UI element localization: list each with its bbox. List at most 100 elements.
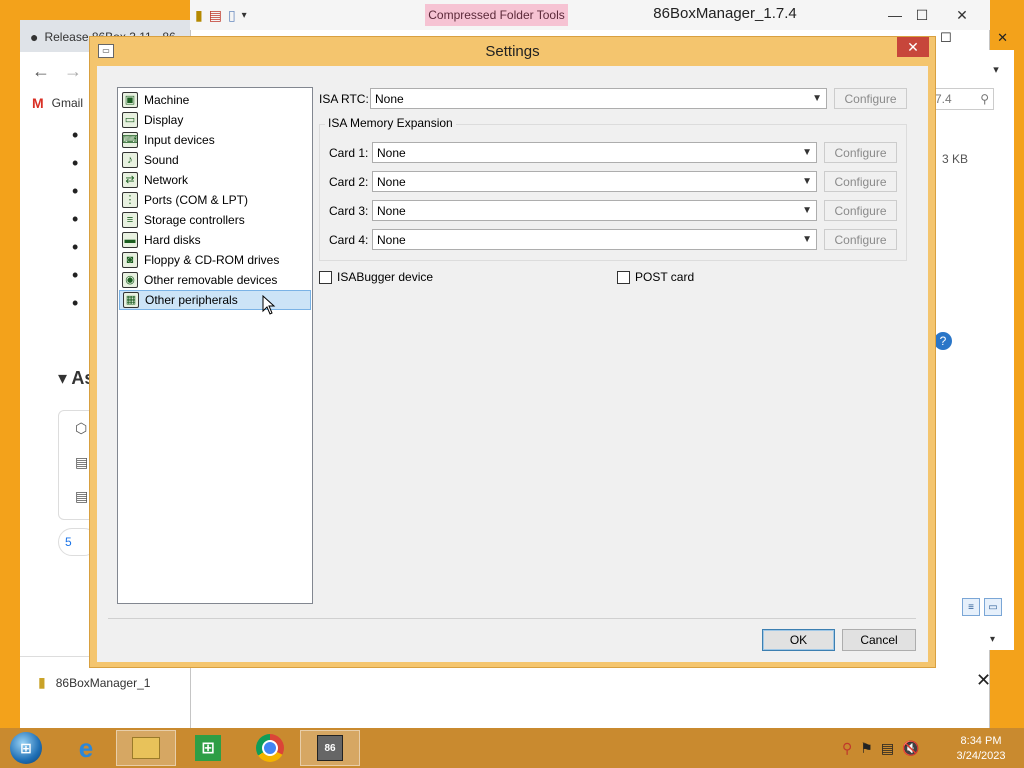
isa-rtc-select[interactable]: None ▼ [370, 88, 827, 109]
clock[interactable]: 8:34 PM 3/24/2023 [946, 731, 1016, 767]
isa-rtc-value: None [375, 91, 404, 106]
removable-devices-icon: ◉ [122, 272, 138, 288]
bookmark-gmail[interactable]: Gmail [52, 96, 83, 110]
card-1-value: None [377, 145, 406, 160]
card-1-configure-button[interactable]: Configure [824, 142, 897, 163]
volume-muted-icon[interactable]: 🔇 [902, 740, 919, 757]
close-icon[interactable]: ✕ [976, 670, 1000, 694]
search-box[interactable]: 7.4 ⚲ [930, 88, 994, 110]
chevron-down-icon[interactable]: ▾ [986, 58, 1006, 80]
chevron-down-icon: ▼ [802, 234, 812, 245]
nav-item-label: Network [144, 173, 189, 187]
isabugger-option[interactable]: ISABugger device [319, 270, 433, 284]
new-folder-icon[interactable]: ▯ [228, 7, 236, 24]
windows-logo-icon: ⊞ [10, 732, 42, 764]
card-2-label: Card 2: [329, 175, 369, 189]
file-size: 3 KB [942, 152, 969, 166]
reaction-count: 5 [65, 535, 72, 549]
86box-icon: 86 [317, 735, 343, 761]
network-icon[interactable]: ▤ [881, 740, 894, 757]
nav-item-display[interactable]: ▭ Display [119, 110, 311, 130]
post-card-label: POST card [635, 270, 695, 284]
taskbar-internet-explorer[interactable]: e [56, 730, 116, 766]
post-card-option[interactable]: POST card [617, 270, 694, 284]
internet-explorer-icon: e [78, 732, 94, 763]
isabugger-checkbox[interactable] [319, 270, 332, 284]
mouse-cursor-icon [262, 295, 276, 315]
view-buttons: ≡ ▭ [962, 598, 1002, 618]
start-button[interactable]: ⊞ [4, 728, 48, 768]
card-1-select[interactable]: None ▼ [372, 142, 817, 163]
card-2-configure-button[interactable]: Configure [824, 171, 897, 192]
close-button[interactable]: ✕ [897, 37, 929, 57]
minimize-icon[interactable]: — [888, 7, 902, 23]
store-icon: ⊞ [195, 735, 221, 761]
folder-icon[interactable]: ▮ [195, 7, 203, 24]
maximize-icon[interactable]: ☐ [916, 7, 929, 24]
taskbar-file-explorer[interactable] [116, 730, 176, 766]
isa-rtc-label: ISA RTC: [319, 92, 369, 106]
chevron-down-icon: ▼ [802, 176, 812, 187]
nav-item-floppy-cdrom[interactable]: ◙ Floppy & CD-ROM drives [119, 250, 311, 270]
scroll-down-icon[interactable]: ▾ [990, 634, 1004, 648]
back-arrow-icon[interactable]: ← [32, 61, 50, 82]
ok-button[interactable]: OK [762, 629, 835, 651]
taskbar-chrome[interactable] [240, 730, 300, 766]
details-view-icon[interactable]: ≡ [962, 598, 980, 616]
secondary-window-controls: ☐ ✕ [934, 28, 1014, 48]
zip-folder-icon: ▮ [38, 674, 46, 690]
properties-icon[interactable]: ▤ [209, 7, 222, 24]
search-icon[interactable]: ⚲ [980, 92, 989, 106]
help-icon[interactable]: ? [934, 332, 952, 350]
cancel-button[interactable]: Cancel [842, 629, 916, 651]
storage-controllers-icon: ≡ [122, 212, 138, 228]
nav-item-ports[interactable]: ⋮ Ports (COM & LPT) [119, 190, 311, 210]
isa-memory-expansion-title: ISA Memory Expansion [325, 116, 456, 130]
close-icon[interactable]: ✕ [942, 4, 982, 26]
nav-item-sound[interactable]: ♪ Sound [119, 150, 311, 170]
network-icon: ⇄ [122, 172, 138, 188]
nav-item-removable-devices[interactable]: ◉ Other removable devices [119, 270, 311, 290]
nav-item-machine[interactable]: ▣ Machine [119, 90, 311, 110]
card-3-configure-button[interactable]: Configure [824, 200, 897, 221]
explorer-window-title: 86BoxManager_1.7.4 [653, 5, 797, 22]
compressed-folder-tools-tab[interactable]: Compressed Folder Tools [425, 4, 568, 26]
clock-date: 3/24/2023 [956, 750, 1006, 762]
large-icons-view-icon[interactable]: ▭ [984, 598, 1002, 616]
isa-rtc-configure-button[interactable]: Configure [834, 88, 907, 109]
card-4-label: Card 4: [329, 233, 369, 247]
dialog-title: Settings [485, 42, 540, 60]
gmail-icon: M [32, 95, 44, 111]
forward-arrow-icon[interactable]: → [64, 61, 82, 82]
flag-icon[interactable]: ⚑ [860, 740, 873, 757]
nav-item-other-peripherals[interactable]: ▦ Other peripherals [119, 290, 311, 310]
search-icon[interactable]: ⚲ [842, 740, 852, 757]
chevron-down-icon: ▼ [802, 205, 812, 216]
nav-item-label: Input devices [144, 133, 215, 147]
input-devices-icon: ⌨ [122, 132, 138, 148]
nav-item-hard-disks[interactable]: ▬ Hard disks [119, 230, 311, 250]
nav-item-storage-controllers[interactable]: ≡ Storage controllers [119, 210, 311, 230]
floppy-cdrom-icon: ◙ [122, 252, 138, 268]
nav-item-input-devices[interactable]: ⌨ Input devices [119, 130, 311, 150]
card-3-select[interactable]: None ▼ [372, 200, 817, 221]
nav-item-network[interactable]: ⇄ Network [119, 170, 311, 190]
download-filename[interactable]: 86BoxManager_1 [56, 676, 151, 690]
close-icon[interactable]: ✕ [997, 30, 1008, 46]
chrome-icon [256, 734, 284, 762]
isabugger-label: ISABugger device [337, 270, 434, 284]
nav-item-label: Display [144, 113, 184, 127]
taskbar-store[interactable]: ⊞ [178, 730, 238, 766]
card-4-configure-button[interactable]: Configure [824, 229, 897, 250]
restore-icon[interactable]: ☐ [940, 30, 952, 46]
taskbar-86box[interactable]: 86 [300, 730, 360, 766]
post-card-checkbox[interactable] [617, 270, 630, 284]
card-4-select[interactable]: None ▼ [372, 229, 817, 250]
github-icon: ● [30, 29, 39, 45]
settings-category-list: ▣ Machine ▭ Display ⌨ Input devices ♪ So… [117, 87, 313, 604]
divider [108, 618, 916, 619]
chevron-down-icon[interactable]: ▾ [242, 10, 247, 21]
clock-time: 8:34 PM [960, 735, 1002, 747]
nav-item-label: Other peripherals [145, 293, 238, 307]
card-2-select[interactable]: None ▼ [372, 171, 817, 192]
